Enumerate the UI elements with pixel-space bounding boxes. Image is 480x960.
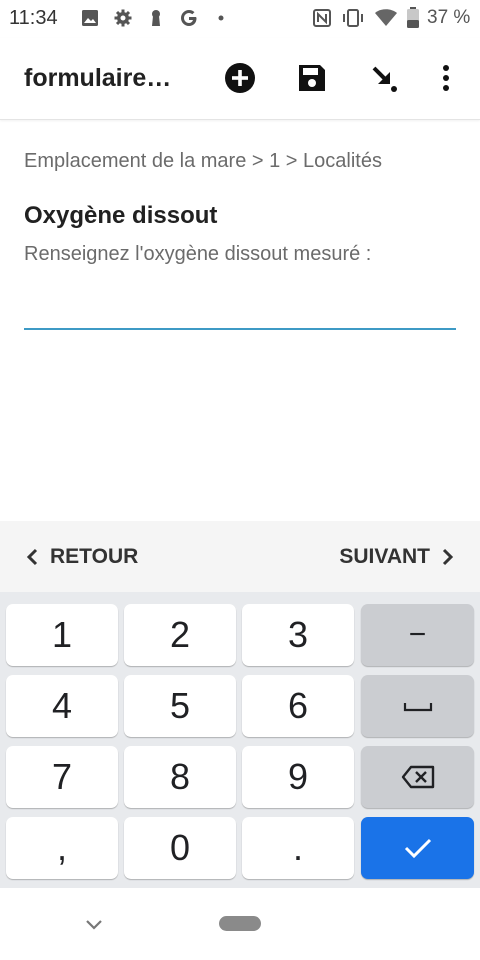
status-time: 11:34: [9, 7, 58, 29]
key-3[interactable]: 3: [242, 604, 354, 666]
breadcrumb: Emplacement de la mare > 1 > Localités: [24, 150, 382, 172]
jump-button[interactable]: [366, 60, 402, 96]
next-button[interactable]: SUIVANT: [339, 545, 456, 569]
image-icon: [82, 10, 98, 26]
key-8[interactable]: 8: [124, 746, 236, 808]
add-repeat-icon: [225, 63, 255, 93]
answer-input[interactable]: [24, 290, 456, 330]
nfc-icon: [313, 9, 331, 27]
chevron-down-icon[interactable]: [84, 914, 104, 934]
key-backspace[interactable]: [361, 746, 474, 808]
more-vert-icon: [443, 65, 449, 91]
key-space[interactable]: [361, 675, 474, 737]
back-label: RETOUR: [50, 545, 139, 568]
battery-percent: 37 %: [427, 7, 471, 28]
dot-icon: [218, 15, 224, 21]
keyhole-icon: [152, 10, 160, 26]
form-navigation-bar: RETOUR SUIVANT: [0, 521, 480, 592]
more-options-button[interactable]: [428, 60, 464, 96]
key-4[interactable]: 4: [6, 675, 118, 737]
google-icon: [181, 10, 197, 26]
jump-icon: [372, 66, 397, 92]
chevron-right-icon: [442, 548, 454, 566]
key-minus[interactable]: −: [361, 604, 474, 666]
key-2[interactable]: 2: [124, 604, 236, 666]
key-comma[interactable]: ,: [6, 817, 118, 879]
key-6[interactable]: 6: [242, 675, 354, 737]
key-done[interactable]: [361, 817, 474, 879]
key-5[interactable]: 5: [124, 675, 236, 737]
wifi-icon: [375, 9, 397, 26]
status-bar: 11:34 37 %: [0, 0, 480, 38]
question-hint: Renseignez l'oxygène dissout mesuré :: [24, 243, 372, 265]
save-button[interactable]: [294, 60, 330, 96]
key-0[interactable]: 0: [124, 817, 236, 879]
add-repeat-button[interactable]: [222, 60, 258, 96]
next-label: SUIVANT: [339, 545, 430, 568]
numeric-keyboard: 1 2 3 − 4 5 6 7 8 9 , 0 .: [0, 592, 480, 888]
question-title: Oxygène dissout: [24, 202, 218, 229]
settings-icon: [114, 9, 132, 27]
system-navigation-bar: [0, 888, 480, 960]
chevron-left-icon: [26, 548, 38, 566]
form-title: formulaire…: [24, 64, 172, 92]
vibrate-icon: [343, 9, 363, 27]
key-9[interactable]: 9: [242, 746, 354, 808]
key-period[interactable]: .: [242, 817, 354, 879]
home-button[interactable]: [219, 916, 261, 931]
battery-icon: [407, 7, 419, 28]
key-7[interactable]: 7: [6, 746, 118, 808]
backspace-icon: [401, 765, 434, 789]
app-bar: formulaire…: [0, 38, 480, 120]
back-button[interactable]: RETOUR: [24, 545, 138, 569]
check-icon: [404, 838, 431, 859]
key-1[interactable]: 1: [6, 604, 118, 666]
space-icon: [403, 703, 432, 712]
save-icon: [299, 65, 325, 91]
